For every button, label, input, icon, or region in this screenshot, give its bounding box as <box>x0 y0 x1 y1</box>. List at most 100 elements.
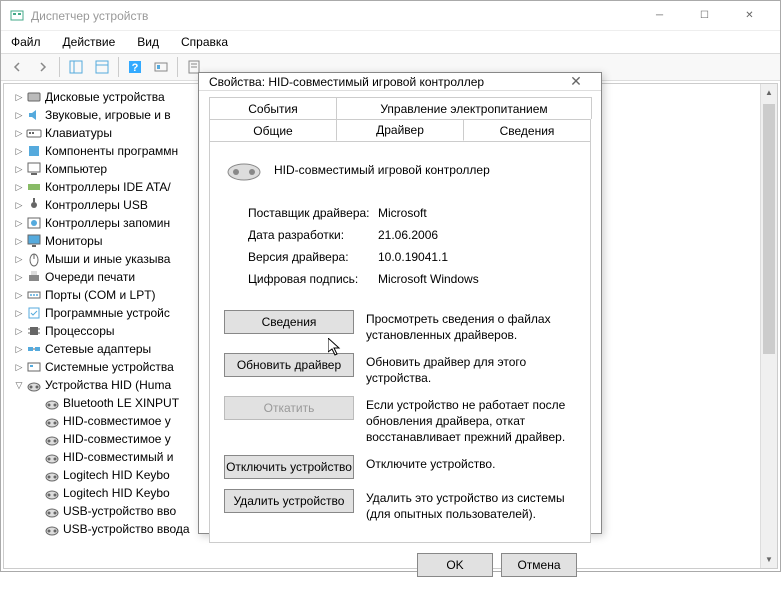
cpu-icon <box>26 323 42 339</box>
tree-label: Сетевые адаптеры <box>45 342 151 356</box>
scroll-up-button[interactable]: ▲ <box>761 84 777 101</box>
ide-icon <box>26 179 42 195</box>
hid-icon <box>44 431 60 447</box>
vertical-scrollbar[interactable]: ▲ ▼ <box>760 84 777 568</box>
tree-label: Очереди печати <box>45 270 135 284</box>
hid-icon <box>44 413 60 429</box>
expand-icon[interactable]: ▷ <box>12 288 26 302</box>
titlebar: Диспетчер устройств ─ ☐ ✕ <box>1 1 780 31</box>
provider-label: Поставщик драйвера: <box>248 206 378 220</box>
tool-button-3[interactable] <box>149 55 173 79</box>
port-icon <box>26 287 42 303</box>
menu-view[interactable]: Вид <box>133 33 163 51</box>
dialog-close-button[interactable]: ✕ <box>561 73 591 90</box>
tab-events[interactable]: События <box>209 97 337 119</box>
signature-label: Цифровая подпись: <box>248 272 378 286</box>
computer-icon <box>26 161 42 177</box>
ok-button[interactable]: OK <box>417 553 493 577</box>
expand-icon[interactable]: ▷ <box>12 126 26 140</box>
network-icon <box>26 341 42 357</box>
expand-icon[interactable]: ▷ <box>12 144 26 158</box>
tree-label: Контроллеры запомин <box>45 216 170 230</box>
expand-icon[interactable]: ▷ <box>12 234 26 248</box>
rollback-button: Откатить <box>224 396 354 420</box>
audio-icon <box>26 107 42 123</box>
tree-label: Компьютер <box>45 162 107 176</box>
dialog-title: Свойства: HID-совместимый игровой контро… <box>209 75 561 89</box>
hid-icon <box>44 521 60 537</box>
tree-label: Системные устройства <box>45 360 174 374</box>
cancel-button[interactable]: Отмена <box>501 553 577 577</box>
tree-label: USB-устройство вво <box>63 504 176 518</box>
tree-label: Logitech HID Keybo <box>63 468 170 482</box>
expand-icon[interactable]: ▷ <box>12 108 26 122</box>
expand-icon[interactable]: ▷ <box>12 324 26 338</box>
expand-icon[interactable]: ▷ <box>12 216 26 230</box>
tree-label: Bluetooth LE XINPUT <box>63 396 179 410</box>
menu-file[interactable]: Файл <box>7 33 45 51</box>
tree-label: Звуковые, игровые и в <box>45 108 171 122</box>
hid-icon <box>26 377 42 393</box>
tab-details[interactable]: Сведения <box>463 119 591 141</box>
hid-icon <box>44 449 60 465</box>
properties-dialog: Свойства: HID-совместимый игровой контро… <box>198 72 602 534</box>
close-button[interactable]: ✕ <box>727 2 772 30</box>
disable-device-button[interactable]: Отключить устройство <box>224 455 354 479</box>
update-desc: Обновить драйвер для этого устройства. <box>366 353 576 386</box>
tree-label: Мыши и иные указыва <box>45 252 170 266</box>
svg-text:?: ? <box>132 62 139 74</box>
expand-icon[interactable]: ▷ <box>12 270 26 284</box>
expand-icon[interactable]: ▷ <box>12 90 26 104</box>
gamepad-icon <box>224 156 264 184</box>
expand-icon[interactable]: ▷ <box>12 162 26 176</box>
forward-button[interactable] <box>31 55 55 79</box>
tab-strip: События Управление электропитанием Общие… <box>209 97 591 141</box>
tree-label: HID-совместимое у <box>63 414 171 428</box>
storage-icon <box>26 215 42 231</box>
tab-power[interactable]: Управление электропитанием <box>336 97 592 119</box>
version-label: Версия драйвера: <box>248 250 378 264</box>
expand-icon[interactable]: ▷ <box>12 180 26 194</box>
menu-help[interactable]: Справка <box>177 33 232 51</box>
monitor-icon <box>26 233 42 249</box>
tree-label: Контроллеры USB <box>45 198 148 212</box>
expand-icon[interactable]: ▷ <box>12 306 26 320</box>
hid-icon <box>44 467 60 483</box>
tool-button-2[interactable] <box>90 55 114 79</box>
uninstall-device-button[interactable]: Удалить устройство <box>224 489 354 513</box>
tab-general[interactable]: Общие <box>209 119 337 141</box>
uninstall-desc: Удалить это устройство из системы (для о… <box>366 489 576 522</box>
expand-icon[interactable]: ▷ <box>12 198 26 212</box>
tree-label: Logitech HID Keybo <box>63 486 170 500</box>
mouse-icon <box>26 251 42 267</box>
usb-icon <box>26 197 42 213</box>
hid-icon <box>44 485 60 501</box>
minimize-button[interactable]: ─ <box>637 2 682 30</box>
help-icon[interactable]: ? <box>123 55 147 79</box>
app-icon <box>9 8 25 24</box>
tree-label: USB-устройство ввода <box>63 522 190 536</box>
tree-label: Компоненты программн <box>45 144 178 158</box>
scroll-thumb[interactable] <box>763 104 775 354</box>
tree-label: Мониторы <box>45 234 102 248</box>
tree-label: HID-совместимое у <box>63 432 171 446</box>
expand-icon[interactable]: ▷ <box>12 342 26 356</box>
collapse-icon[interactable]: ▽ <box>12 378 26 392</box>
back-button[interactable] <box>5 55 29 79</box>
menubar: Файл Действие Вид Справка <box>1 31 780 53</box>
tab-driver[interactable]: Драйвер <box>336 119 464 141</box>
update-driver-button[interactable]: Обновить драйвер <box>224 353 354 377</box>
tool-button-1[interactable] <box>64 55 88 79</box>
maximize-button[interactable]: ☐ <box>682 2 727 30</box>
menu-action[interactable]: Действие <box>59 33 120 51</box>
details-button[interactable]: Сведения <box>224 310 354 334</box>
printer-icon <box>26 269 42 285</box>
expand-icon[interactable]: ▷ <box>12 360 26 374</box>
tree-label: Дисковые устройства <box>45 90 165 104</box>
signature-value: Microsoft Windows <box>378 272 479 286</box>
tree-label: Устройства HID (Huma <box>45 378 171 392</box>
expand-icon[interactable]: ▷ <box>12 252 26 266</box>
tree-label: Процессоры <box>45 324 115 338</box>
tree-label: Порты (COM и LPT) <box>45 288 156 302</box>
scroll-down-button[interactable]: ▼ <box>761 551 777 568</box>
